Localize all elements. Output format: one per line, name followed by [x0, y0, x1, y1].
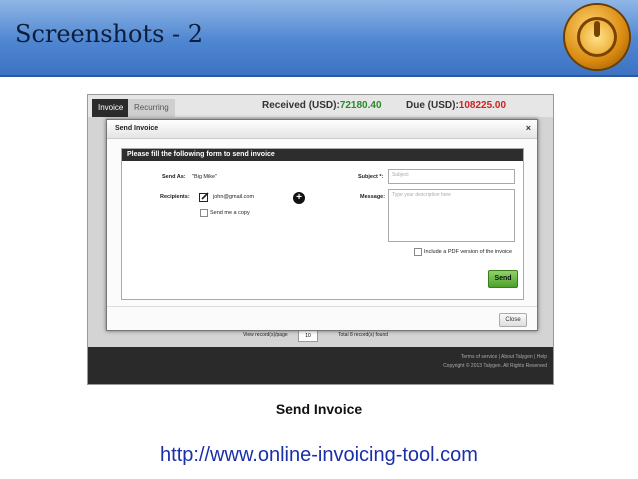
edit-icon[interactable] [199, 192, 209, 202]
copyright: Copyright © 2013 Talygen. All Rights Res… [443, 363, 547, 369]
recipients-label: Recipients: [160, 194, 190, 200]
send-copy-checkbox[interactable] [200, 209, 208, 217]
include-pdf-checkbox[interactable] [414, 248, 422, 256]
recipient-email: john@gmail.com [213, 194, 255, 200]
pager-select[interactable]: 10 [298, 330, 318, 342]
send-button[interactable]: Send [488, 270, 518, 288]
message-textarea[interactable]: Type your description here [388, 189, 515, 242]
send-invoice-modal: Send Invoice × Please fill the following… [106, 119, 538, 331]
modal-divider [107, 306, 537, 307]
subject-label: Subject *: [358, 174, 384, 180]
send-invoice-form: Please fill the following form to send i… [121, 148, 524, 300]
send-as-label: Send As: [162, 174, 186, 180]
website-url[interactable]: http://www.online-invoicing-tool.com [0, 444, 638, 467]
app-top-bar: Invoice Recurring Received (USD):72180.4… [88, 95, 553, 117]
include-pdf-label: Include a PDF version of the invoice [424, 249, 513, 255]
slide-title: Screenshots - 2 [15, 20, 204, 48]
send-copy-label: Send me a copy [210, 210, 250, 216]
slide-caption: Send Invoice [275, 401, 363, 417]
close-button[interactable]: Close [499, 313, 527, 327]
footer-links[interactable]: Terms of service | About Talygen | Help [443, 353, 547, 362]
form-header: Please fill the following form to send i… [122, 149, 523, 161]
message-label: Message: [360, 194, 386, 200]
received-value: 72180.40 [339, 100, 382, 111]
app-footer: Terms of service | About Talygen | Help … [88, 347, 553, 384]
pager-label: View record(s)/page [243, 332, 288, 338]
add-recipient-icon[interactable]: + [293, 192, 305, 204]
tab-recurring[interactable]: Recurring [128, 99, 175, 117]
send-as-value: "Big Mike" [192, 174, 217, 180]
records-found: Total 8 record(s) found [338, 332, 389, 338]
app-screenshot: Invoice Recurring Received (USD):72180.4… [87, 94, 554, 385]
due-value: 108225.00 [458, 100, 507, 111]
close-icon[interactable]: × [526, 123, 531, 133]
power-logo-icon [565, 5, 629, 69]
due-summary: Due (USD):108225.00 [406, 100, 507, 111]
modal-title: Send Invoice [115, 125, 159, 132]
tab-invoice[interactable]: Invoice [92, 99, 130, 117]
subject-input[interactable]: Subject [388, 169, 515, 184]
modal-header: Send Invoice × [107, 120, 537, 139]
received-summary: Received (USD):72180.40 [262, 100, 382, 111]
slide-header: Screenshots - 2 [0, 0, 638, 77]
